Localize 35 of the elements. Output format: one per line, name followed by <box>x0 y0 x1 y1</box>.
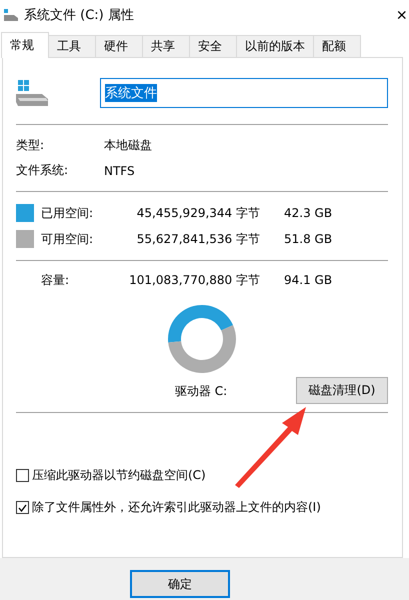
size-value: 51.8 GB <box>284 232 334 246</box>
donut-slice <box>168 325 236 373</box>
disk-cleanup-button[interactable]: 磁盘清理(D) <box>296 377 388 404</box>
space-label: 可用空间: <box>41 230 94 248</box>
property-value: 本地磁盘 <box>104 137 153 154</box>
byte-count: 45,455,929,344 字节 <box>136 204 260 222</box>
property-value: NTFS <box>104 164 136 178</box>
size-value: 94.1 GB <box>284 273 334 287</box>
byte-count: 101,083,770,880 字节 <box>128 272 260 288</box>
checkbox[interactable] <box>16 469 29 482</box>
tab[interactable]: 工具 <box>48 35 96 58</box>
capacity-label: 容量: <box>41 272 70 288</box>
option-label: 压缩此驱动器以节约磁盘空间(C) <box>32 467 206 484</box>
drive-icon <box>16 80 50 106</box>
tab[interactable]: 硬件 <box>95 35 143 58</box>
close-button[interactable]: × <box>392 4 409 26</box>
checkbox[interactable] <box>16 501 29 514</box>
window-title: 系统文件 (C:) 属性 <box>24 7 135 24</box>
name-field[interactable]: 系统文件 <box>100 78 388 108</box>
check-icon <box>18 504 27 512</box>
option-label: 除了文件属性外，还允许索引此驱动器上文件的内容(I) <box>32 499 321 516</box>
drive-icon <box>4 9 18 21</box>
ok-button[interactable]: 确定 <box>130 570 230 598</box>
property-label: 类型: <box>16 137 46 154</box>
property-label: 文件系统: <box>16 162 70 179</box>
drive-label: 驱动器 C: <box>174 383 228 400</box>
byte-count: 55,627,841,536 字节 <box>136 230 260 248</box>
tab[interactable]: 共享 <box>142 35 190 58</box>
size-value: 42.3 GB <box>284 206 334 220</box>
tab[interactable]: 配额 <box>313 35 361 58</box>
tab[interactable]: 以前的版本 <box>236 35 314 58</box>
donut-slice <box>168 305 234 343</box>
space-label: 已用空间: <box>41 204 94 222</box>
tab[interactable]: 安全 <box>189 35 237 58</box>
tab[interactable]: 常规 <box>1 32 49 58</box>
